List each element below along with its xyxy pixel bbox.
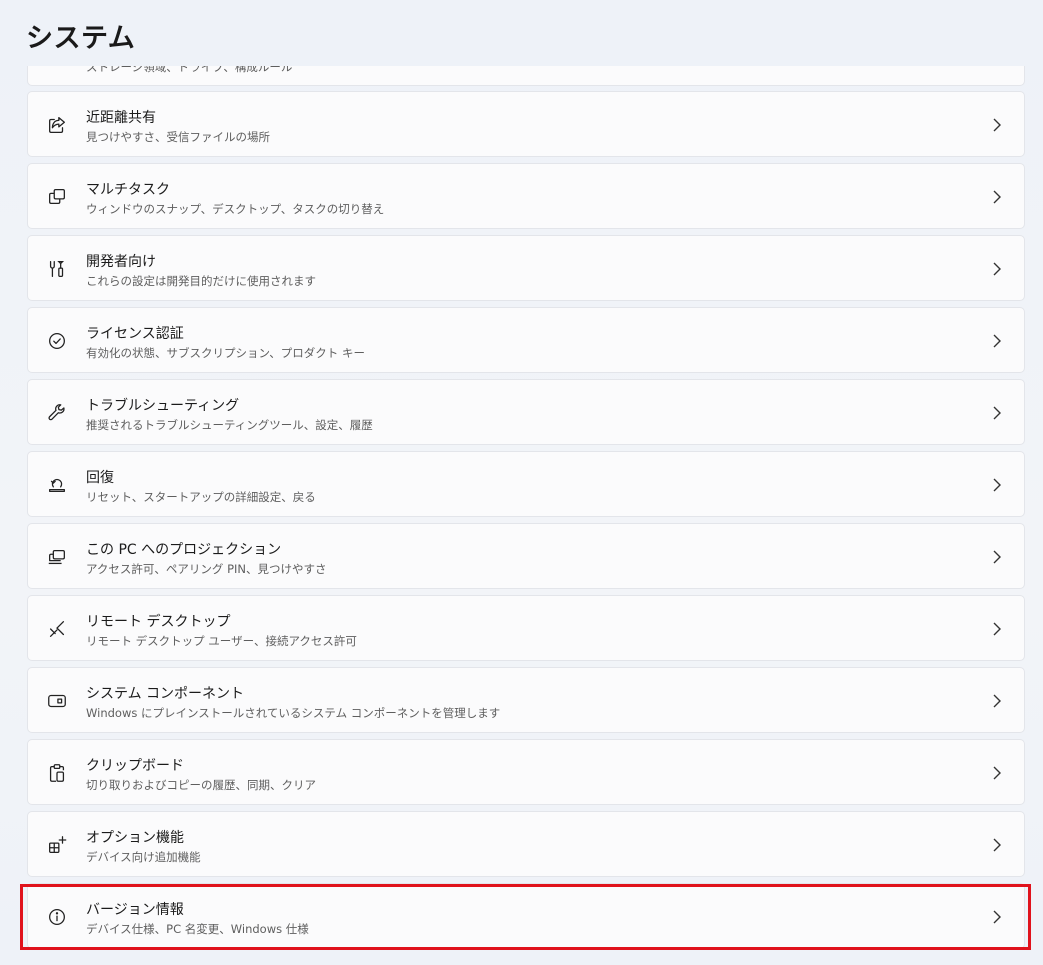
settings-item-for-developers[interactable]: 開発者向け これらの設定は開発目的だけに使用されます <box>27 235 1025 301</box>
info-icon <box>45 905 69 929</box>
settings-item-desc: デバイス仕様、PC 名変更、Windows 仕様 <box>86 922 309 936</box>
settings-item-about[interactable]: バージョン情報 デバイス仕様、PC 名変更、Windows 仕様 <box>27 883 1025 949</box>
settings-item-recovery[interactable]: 回復 リセット、スタートアップの詳細設定、戻る <box>27 451 1025 517</box>
settings-item-desc: 見つけやすさ、受信ファイルの場所 <box>86 130 270 144</box>
settings-item-desc: 推奨されるトラブルシューティングツール、設定、履歴 <box>86 418 373 432</box>
settings-item-clipboard[interactable]: クリップボード 切り取りおよびコピーの履歴、同期、クリア <box>27 739 1025 805</box>
settings-item-multitasking[interactable]: マルチタスク ウィンドウのスナップ、デスクトップ、タスクの切り替え <box>27 163 1025 229</box>
chevron-right-icon <box>990 189 1004 205</box>
settings-item-remote-desktop[interactable]: リモート デスクトップ リモート デスクトップ ユーザー、接続アクセス許可 <box>27 595 1025 661</box>
settings-item-desc: リセット、スタートアップの詳細設定、戻る <box>86 490 316 504</box>
multitask-icon <box>45 185 69 209</box>
chevron-right-icon <box>990 765 1004 781</box>
settings-item-name: 回復 <box>86 470 114 486</box>
settings-list: ストレージ領域、ドライブ、構成ルール 近距離共有 見つけやすさ、受信ファイルの場… <box>27 66 1027 965</box>
settings-item-activation[interactable]: ライセンス認証 有効化の状態、サブスクリプション、プロダクト キー <box>27 307 1025 373</box>
settings-item-desc: ウィンドウのスナップ、デスクトップ、タスクの切り替え <box>86 202 385 216</box>
settings-item-nearby-sharing[interactable]: 近距離共有 見つけやすさ、受信ファイルの場所 <box>27 91 1025 157</box>
recovery-icon <box>45 473 69 497</box>
settings-page: システム ストレージ領域、ドライブ、構成ルール 近距離共有 見つけやすさ、受信フ… <box>0 0 1043 965</box>
wrench-icon <box>45 401 69 425</box>
remote-desktop-icon <box>45 617 69 641</box>
settings-item-name: マルチタスク <box>86 182 170 198</box>
chevron-right-icon <box>990 405 1004 421</box>
check-circle-icon <box>45 329 69 353</box>
settings-item-storage-partial[interactable]: ストレージ領域、ドライブ、構成ルール <box>27 66 1025 86</box>
chevron-right-icon <box>990 837 1004 853</box>
share-icon <box>45 113 69 137</box>
chevron-right-icon <box>990 261 1004 277</box>
settings-item-troubleshoot[interactable]: トラブルシューティング 推奨されるトラブルシューティングツール、設定、履歴 <box>27 379 1025 445</box>
chevron-right-icon <box>990 477 1004 493</box>
developer-tools-icon <box>45 257 69 281</box>
settings-item-desc: アクセス許可、ペアリング PIN、見つけやすさ <box>86 562 327 576</box>
projection-icon <box>45 545 69 569</box>
clipboard-icon <box>45 761 69 785</box>
settings-item-name: リモート デスクトップ <box>86 614 231 630</box>
chevron-right-icon <box>990 117 1004 133</box>
page-title: システム <box>26 23 136 54</box>
settings-item-name: クリップボード <box>86 758 184 774</box>
settings-item-name: バージョン情報 <box>86 902 184 918</box>
chevron-right-icon <box>990 693 1004 709</box>
chevron-right-icon <box>990 621 1004 637</box>
settings-item-desc: Windows にプレインストールされているシステム コンポーネントを管理します <box>86 706 501 720</box>
settings-item-desc: ストレージ領域、ドライブ、構成ルール <box>86 66 293 74</box>
settings-item-desc: デバイス向け追加機能 <box>86 850 201 864</box>
settings-item-desc: 有効化の状態、サブスクリプション、プロダクト キー <box>86 346 365 360</box>
settings-item-name: この PC へのプロジェクション <box>86 542 282 558</box>
settings-item-desc: これらの設定は開発目的だけに使用されます <box>86 274 316 288</box>
chevron-right-icon <box>990 549 1004 565</box>
chevron-right-icon <box>990 909 1004 925</box>
system-components-icon <box>45 689 69 713</box>
settings-item-optional-features[interactable]: オプション機能 デバイス向け追加機能 <box>27 811 1025 877</box>
settings-item-name: システム コンポーネント <box>86 686 245 702</box>
optional-features-icon <box>45 833 69 857</box>
settings-item-name: 開発者向け <box>86 254 156 270</box>
chevron-right-icon <box>990 333 1004 349</box>
settings-item-system-components[interactable]: システム コンポーネント Windows にプレインストールされているシステム … <box>27 667 1025 733</box>
settings-item-name: トラブルシューティング <box>86 398 240 414</box>
settings-item-desc: 切り取りおよびコピーの履歴、同期、クリア <box>86 778 316 792</box>
settings-item-name: オプション機能 <box>86 830 184 846</box>
settings-item-name: 近距離共有 <box>86 110 156 126</box>
settings-item-name: ライセンス認証 <box>86 326 184 342</box>
settings-item-desc: リモート デスクトップ ユーザー、接続アクセス許可 <box>86 634 357 648</box>
settings-item-projecting-to-pc[interactable]: この PC へのプロジェクション アクセス許可、ペアリング PIN、見つけやすさ <box>27 523 1025 589</box>
